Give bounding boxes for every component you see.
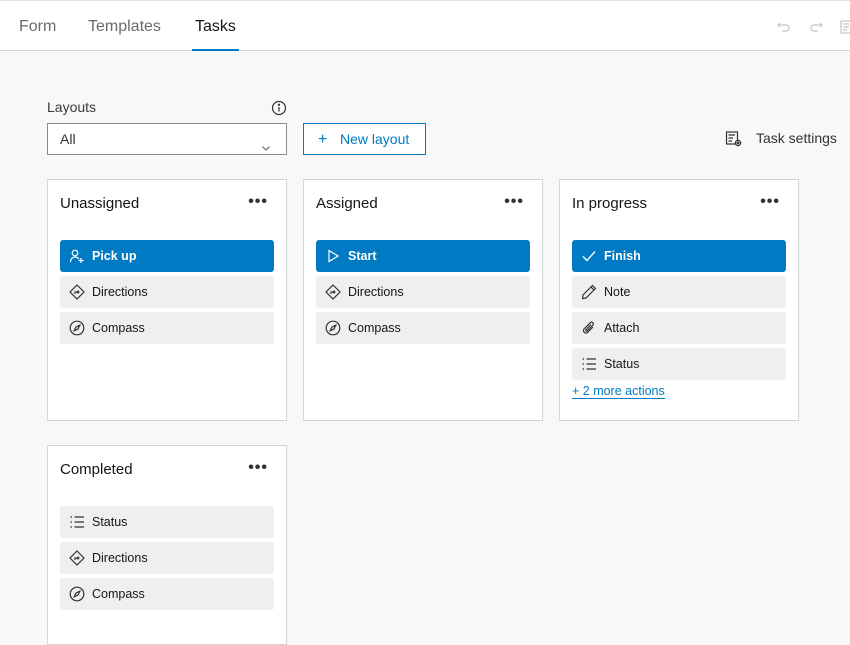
top-tab-bar: Form Templates Tasks [0, 0, 850, 51]
document-icon[interactable] [838, 19, 850, 35]
note-button[interactable]: Note [572, 276, 786, 308]
undo-icon[interactable] [776, 19, 792, 35]
user-plus-icon [69, 248, 85, 264]
status-button[interactable]: Status [60, 506, 274, 538]
directions-icon [325, 284, 341, 300]
status-button[interactable]: Status [572, 348, 786, 380]
compass-icon [69, 586, 85, 602]
directions-icon [69, 284, 85, 300]
action-label: Note [604, 285, 631, 299]
action-label: Start [348, 249, 377, 263]
start-button[interactable]: Start [316, 240, 530, 272]
more-options-icon[interactable]: ••• [248, 460, 268, 476]
tab-form[interactable]: Form [19, 1, 56, 51]
layouts-select-value: All [60, 131, 76, 147]
card-title: Completed [60, 461, 133, 478]
list-icon [69, 514, 85, 530]
action-label: Status [604, 357, 640, 371]
directions-button[interactable]: Directions [60, 542, 274, 574]
compass-button[interactable]: Compass [60, 578, 274, 610]
directions-button[interactable]: Directions [60, 276, 274, 308]
more-options-icon[interactable]: ••• [504, 194, 524, 210]
card-title: Assigned [316, 195, 378, 212]
layouts-select[interactable]: All [47, 123, 287, 155]
paperclip-icon [581, 320, 597, 336]
compass-button[interactable]: Compass [316, 312, 530, 344]
layouts-label: Layouts [47, 99, 97, 115]
card-completed: Completed ••• Status Directions Compass [47, 445, 287, 645]
play-icon [325, 248, 341, 264]
action-label: Directions [348, 285, 404, 299]
tab-tasks[interactable]: Tasks [192, 1, 239, 51]
compass-icon [325, 320, 341, 336]
action-label: Compass [92, 587, 145, 601]
check-icon [581, 248, 597, 264]
pencil-icon [581, 284, 597, 300]
action-label: Directions [92, 285, 148, 299]
compass-icon [69, 320, 85, 336]
action-label: Attach [604, 321, 640, 335]
action-label: Finish [604, 249, 641, 263]
list-icon [581, 356, 597, 372]
more-options-icon[interactable]: ••• [248, 194, 268, 210]
task-settings-label: Task settings [756, 130, 837, 146]
info-icon[interactable] [271, 100, 287, 116]
chevron-down-icon [260, 134, 272, 151]
card-in-progress: In progress ••• Finish Note Attach Statu… [559, 179, 799, 421]
action-label: Pick up [92, 249, 137, 263]
redo-icon[interactable] [808, 19, 824, 35]
directions-button[interactable]: Directions [316, 276, 530, 308]
new-layout-button[interactable]: + New layout [303, 123, 426, 155]
more-options-icon[interactable]: ••• [760, 194, 780, 210]
pick-up-button[interactable]: Pick up [60, 240, 274, 272]
compass-button[interactable]: Compass [60, 312, 274, 344]
action-label: Compass [92, 321, 145, 335]
card-unassigned: Unassigned ••• Pick up Directions Compas… [47, 179, 287, 421]
action-label: Status [92, 515, 128, 529]
card-title: In progress [572, 195, 648, 212]
settings-form-icon [725, 130, 743, 148]
action-label: Directions [92, 551, 148, 565]
action-label: Compass [348, 321, 401, 335]
plus-icon: + [318, 131, 328, 148]
finish-button[interactable]: Finish [572, 240, 786, 272]
new-layout-label: New layout [340, 131, 410, 147]
card-title: Unassigned [60, 195, 140, 212]
directions-icon [69, 550, 85, 566]
card-assigned: Assigned ••• Start Directions Compass [303, 179, 543, 421]
attach-button[interactable]: Attach [572, 312, 786, 344]
more-actions-link[interactable]: + 2 more actions [572, 384, 665, 399]
tab-templates[interactable]: Templates [88, 1, 161, 51]
